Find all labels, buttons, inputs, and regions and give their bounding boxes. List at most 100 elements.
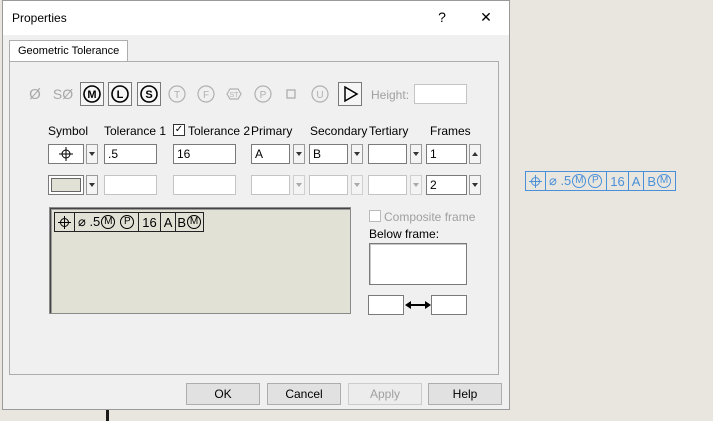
chevron-down-icon	[296, 183, 302, 187]
primary-dropdown-button[interactable]	[293, 144, 305, 164]
svg-text:L: L	[117, 89, 124, 101]
row2-symbol-select[interactable]	[48, 175, 84, 195]
canvas-feature-control-frame[interactable]: ⌀ .5 M P 16 A B M	[525, 171, 677, 191]
canvas-tolerance2-cell: 16	[607, 172, 629, 190]
tolerance2-input[interactable]: 16	[173, 144, 236, 164]
primary-input[interactable]: A	[251, 144, 290, 164]
primary-header: Primary	[251, 124, 293, 138]
preview-feature-control-frame: ⌀ .5 M P 16 A B M	[54, 212, 205, 232]
help-button[interactable]: Help	[428, 383, 502, 405]
tolerance2-checkbox[interactable]: ✓	[173, 124, 185, 136]
preview-tolerance1-cell: ⌀ .5 M P	[75, 213, 140, 231]
chevron-down-icon	[296, 152, 302, 156]
close-icon[interactable]: ✕	[476, 9, 496, 26]
svg-text:P: P	[260, 90, 267, 101]
row2-frames-input[interactable]: 2	[426, 175, 467, 195]
secondary-dropdown-button[interactable]	[351, 144, 363, 164]
svg-text:SØ: SØ	[53, 86, 73, 102]
mmc-icon[interactable]: M	[80, 82, 104, 106]
frames-header: Frames	[430, 124, 471, 138]
svg-text:F: F	[203, 90, 209, 101]
cancel-button[interactable]: Cancel	[267, 383, 341, 405]
row2-primary-dropdown-button[interactable]	[293, 175, 305, 195]
apply-button[interactable]: Apply	[348, 383, 422, 405]
preview-datum-a-cell: A	[161, 213, 177, 231]
all-around-icon[interactable]	[338, 82, 362, 106]
height-label: Height:	[371, 88, 410, 102]
symbol-dropdown-button[interactable]	[86, 144, 98, 164]
left-spacing-input[interactable]	[368, 295, 404, 315]
height-field[interactable]	[414, 84, 467, 104]
mmc-modifier-icon: M	[657, 174, 672, 188]
projected-zone-modifier-icon: P	[120, 215, 135, 229]
mmc-modifier-icon: M	[572, 174, 587, 188]
tangent-plane-icon[interactable]: T	[165, 82, 189, 106]
preview-tolerance1-text: ⌀ .5	[78, 214, 101, 229]
row2-tertiary-dropdown-button[interactable]	[410, 175, 422, 195]
canvas-tolerance1-text: ⌀ .5	[549, 173, 572, 188]
row2-primary-input[interactable]	[251, 175, 290, 195]
row2-frames-dropdown-button[interactable]	[469, 175, 481, 195]
tertiary-dropdown-button[interactable]	[410, 144, 422, 164]
position-symbol-icon	[58, 215, 71, 229]
square-icon[interactable]	[279, 82, 303, 106]
below-frame-field[interactable]	[369, 243, 467, 285]
row2-tertiary-input[interactable]	[368, 175, 407, 195]
chevron-down-icon	[89, 152, 95, 156]
position-symbol-icon	[526, 172, 546, 190]
row2-symbol-dropdown-button[interactable]	[86, 175, 98, 195]
chevron-down-icon	[354, 183, 360, 187]
tab-geometric-tolerance[interactable]: Geometric Tolerance	[9, 40, 129, 62]
svg-text:U: U	[316, 90, 323, 101]
row2-secondary-dropdown-button[interactable]	[351, 175, 363, 195]
svg-text:T: T	[174, 90, 180, 101]
preview-datum-b-cell: B M	[176, 213, 203, 231]
tolerance2-header: Tolerance 2	[188, 124, 251, 138]
spherical-diameter-icon[interactable]: SØ	[51, 82, 75, 106]
below-frame-label: Below frame:	[369, 227, 440, 241]
preview-symbol-cell	[55, 213, 75, 231]
frames-spin-up[interactable]	[469, 144, 481, 164]
chevron-down-icon	[413, 183, 419, 187]
rfs-icon[interactable]: S	[137, 82, 161, 106]
statistical-icon[interactable]: ST	[222, 82, 246, 106]
svg-text:ST: ST	[230, 92, 240, 99]
projected-zone-icon[interactable]: P	[251, 82, 275, 106]
canvas-tolerance2-text: 16	[610, 173, 625, 189]
preview-datum-b-text: B	[177, 214, 187, 230]
composite-frame-label: Composite frame	[384, 210, 476, 224]
chevron-down-icon	[472, 183, 478, 187]
ok-button[interactable]: OK	[186, 383, 260, 405]
canvas-datum-b-text: B	[647, 173, 657, 189]
preview-datum-a-text: A	[163, 214, 173, 230]
mmc-modifier-icon: M	[187, 215, 202, 229]
frame-preview: ⌀ .5 M P 16 A B M	[49, 207, 351, 314]
lmc-icon[interactable]: L	[108, 82, 132, 106]
secondary-input[interactable]: B	[309, 144, 348, 164]
canvas-datum-a-text: A	[631, 173, 641, 189]
right-spacing-input[interactable]	[431, 295, 467, 315]
help-icon[interactable]: ?	[432, 9, 452, 25]
position-symbol-icon	[59, 147, 73, 161]
tertiary-input[interactable]	[368, 144, 407, 164]
preview-tolerance2-text: 16	[142, 214, 157, 230]
preview-tolerance2-cell: 16	[139, 213, 161, 231]
mmc-modifier-icon: M	[101, 215, 116, 229]
row2-tolerance2-input[interactable]	[173, 175, 236, 195]
unequal-profile-icon[interactable]: U	[308, 82, 332, 106]
diameter-icon[interactable]: Ø	[23, 82, 47, 106]
chevron-down-icon	[89, 183, 95, 187]
canvas-datum-b-cell: B M	[644, 172, 675, 190]
symbol-select[interactable]	[48, 144, 84, 164]
chevron-down-icon	[354, 152, 360, 156]
composite-frame-checkbox[interactable]	[369, 210, 381, 222]
chevron-up-icon	[472, 152, 478, 156]
dialog-title: Properties	[12, 11, 67, 25]
frames-input[interactable]: 1	[426, 144, 467, 164]
tolerance1-input[interactable]: .5	[104, 144, 157, 164]
tolerance1-header: Tolerance 1	[104, 124, 167, 138]
free-state-icon[interactable]: F	[194, 82, 218, 106]
projected-zone-modifier-icon: P	[588, 174, 603, 188]
row2-tolerance1-input[interactable]	[104, 175, 157, 195]
row2-secondary-input[interactable]	[309, 175, 348, 195]
